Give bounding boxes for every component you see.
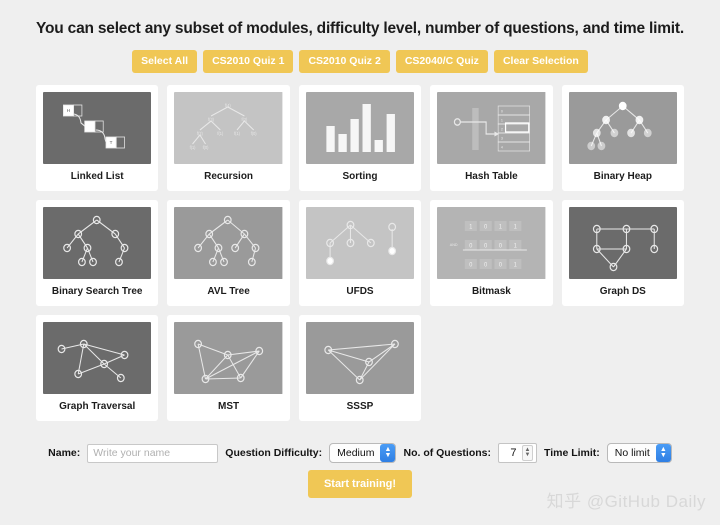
question-difficulty-select[interactable]: Medium ▲ ▼: [329, 443, 397, 463]
svg-text:1: 1: [514, 243, 517, 249]
no-of-questions-label: No. of Questions:: [403, 447, 491, 459]
module-card-label: Graph Traversal: [59, 400, 136, 412]
module-card-label: Sorting: [342, 170, 378, 182]
module-card-graph-traversal[interactable]: Graph Traversal: [36, 314, 159, 421]
module-card-label: UFDS: [346, 285, 374, 297]
module-thumbnail: [174, 321, 283, 394]
module-thumbnail: [305, 91, 415, 164]
module-thumbnail: [305, 321, 415, 394]
svg-text:0: 0: [501, 109, 503, 113]
svg-text:f(0): f(0): [251, 130, 257, 135]
no-of-questions-stepper[interactable]: 7 ▲ ▼: [497, 443, 537, 463]
svg-text:f(0): f(0): [203, 144, 209, 149]
module-thumbnail: 01234: [437, 91, 546, 164]
svg-text:1: 1: [499, 224, 502, 230]
svg-text:f(2): f(2): [197, 130, 203, 135]
training-options-form: Name: Question Difficulty: Medium ▲▼ No.…: [0, 443, 720, 463]
module-card-binary-search-tree[interactable]: Binary Search Tree: [36, 199, 159, 306]
svg-text:1: 1: [514, 224, 517, 230]
module-thumbnail: [568, 91, 677, 164]
module-thumbnail: HT: [43, 91, 152, 164]
svg-text:f(1): f(1): [234, 130, 240, 135]
module-card-label: Binary Heap: [593, 170, 652, 182]
module-card-label: MST: [218, 400, 240, 412]
page-title: You can select any subset of modules, di…: [36, 20, 684, 37]
module-card-label: Binary Search Tree: [51, 285, 143, 297]
chevron-updown-icon: ▲ ▼: [655, 444, 671, 462]
module-card-mst[interactable]: MST: [167, 314, 290, 421]
select-all-button[interactable]: Select All: [132, 50, 198, 73]
cs2010-quiz-1-button[interactable]: CS2010 Quiz 1: [203, 50, 294, 73]
module-card-ufds[interactable]: UFDS: [298, 199, 422, 306]
question-difficulty-label: Question Difficulty:: [225, 447, 323, 459]
watermark: 知乎 @GitHub Daily: [546, 492, 706, 511]
svg-text:0: 0: [484, 224, 487, 230]
svg-text:f(2): f(2): [242, 116, 248, 121]
module-thumbnail: f(4) f(3) f(2) f(2) f(1) f(1) f(0) f(1) f(0): [174, 91, 283, 164]
chevron-updown-icon: ▲ ▼: [380, 444, 396, 462]
time-limit-value: No limit: [614, 447, 650, 459]
module-card-label: Bitmask: [471, 285, 511, 297]
module-thumbnail: [174, 206, 283, 279]
module-card-label: SSSP: [346, 400, 374, 412]
module-card-graph-ds[interactable]: Graph DS: [561, 199, 684, 306]
svg-text:f(3): f(3): [209, 116, 215, 121]
svg-text:H: H: [67, 107, 71, 113]
module-card-label: Hash Table: [465, 170, 518, 182]
module-card-hash-table[interactable]: 0 1 2 3 4 Hash Table: [430, 84, 553, 191]
module-thumbnail: [43, 206, 152, 279]
module-card-sorting-bars[interactable]: Sorting: [298, 84, 422, 191]
svg-text:0: 0: [484, 262, 487, 268]
svg-text:3: 3: [501, 136, 503, 140]
module-thumbnail: [305, 206, 415, 279]
question-difficulty-value: Medium: [337, 447, 375, 459]
svg-text:0: 0: [499, 243, 502, 249]
name-label: Name:: [48, 447, 81, 459]
cs2010-quiz-2-button[interactable]: CS2010 Quiz 2: [299, 50, 390, 73]
svg-text:0: 0: [469, 243, 472, 249]
svg-text:1: 1: [501, 118, 503, 122]
cs2040c-quiz-button[interactable]: CS2040/C Quiz: [395, 50, 488, 73]
svg-text:2: 2: [501, 127, 503, 131]
time-limit-label: Time Limit:: [543, 447, 600, 459]
no-of-questions-value: 7: [510, 447, 517, 459]
svg-text:f(1): f(1): [218, 130, 224, 135]
svg-text:T: T: [110, 139, 113, 145]
svg-text:1: 1: [469, 224, 472, 230]
module-card-sssp[interactable]: SSSP: [298, 314, 422, 421]
module-card-label: Recursion: [204, 170, 254, 182]
svg-text:f(1): f(1): [190, 144, 196, 149]
module-card-recursion-tree[interactable]: f(4) f(3) f(2) f(2) f(1) f(1) f(0) f(1) f(0) Recu…: [167, 84, 290, 191]
module-grid: H T Linked List f(4) f(3) f(2) f(2) f(1) f(1) f(0…: [36, 84, 684, 421]
svg-text:0: 0: [499, 262, 502, 268]
name-input[interactable]: [87, 443, 219, 463]
svg-text:0: 0: [484, 243, 487, 249]
svg-text:AND: AND: [450, 242, 458, 246]
stepper-updown-icon[interactable]: ▲ ▼: [521, 445, 533, 461]
svg-text:1: 1: [514, 262, 517, 268]
svg-text:f(4): f(4): [225, 102, 231, 107]
module-card-binary-heap[interactable]: Binary Heap: [561, 84, 684, 191]
module-card-label: Linked List: [70, 170, 124, 182]
time-limit-select[interactable]: No limit ▲ ▼: [606, 443, 672, 463]
svg-text:0: 0: [469, 262, 472, 268]
module-thumbnail: [568, 206, 677, 279]
module-card-label: Graph DS: [599, 285, 646, 297]
clear-selection-button[interactable]: Clear Selection: [493, 50, 588, 73]
module-card-linked-list[interactable]: H T Linked List: [36, 84, 159, 191]
module-card-bitmask[interactable]: 1 0 1 1 AND 0 0 0 1 0 0 0 1 Bitmask: [430, 199, 553, 306]
module-thumbnail: [43, 321, 152, 394]
start-training-button[interactable]: Start training!: [307, 470, 413, 498]
module-card-avl-tree[interactable]: AVL Tree: [167, 199, 290, 306]
module-card-label: AVL Tree: [207, 285, 250, 297]
module-thumbnail: 1 0 1 1 AND 0 0 0 1 0 0 0 1: [437, 206, 546, 279]
quiz-preset-bar: Select All CS2010 Quiz 1 CS2010 Quiz 2 CS20…: [0, 50, 720, 73]
